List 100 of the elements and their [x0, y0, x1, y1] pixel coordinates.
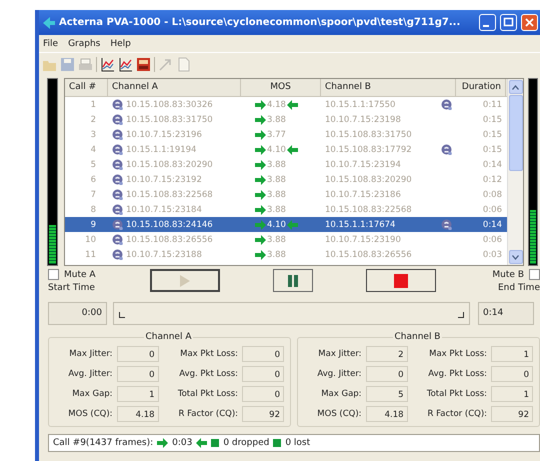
- mos-value: 4.10: [267, 144, 286, 154]
- status-time: 0:03: [172, 438, 192, 448]
- line-chart-icon[interactable]: [100, 56, 115, 72]
- right-arrow-icon: [255, 234, 266, 244]
- stat-label: Avg. Jitter:: [316, 369, 362, 379]
- column-header[interactable]: MOS: [241, 79, 321, 96]
- right-arrow-icon: [157, 438, 168, 448]
- handset-icon: [112, 234, 123, 245]
- handset-icon: [112, 219, 123, 230]
- app-icon: [43, 16, 55, 28]
- handset-icon: [112, 189, 123, 200]
- channel-b-address: 10.15.108.83:26556: [325, 250, 412, 260]
- end-time-label: End Time: [498, 283, 540, 293]
- start-time-field[interactable]: 0:00: [48, 302, 107, 325]
- stat-label: MOS (CQ):: [67, 409, 113, 419]
- pause-button[interactable]: [273, 269, 313, 292]
- column-header[interactable]: Duration: [456, 79, 506, 96]
- right-arrow-icon: [255, 204, 266, 214]
- stat-field: 2: [366, 346, 408, 362]
- call-number: 9: [90, 220, 96, 230]
- call-number: 10: [85, 234, 96, 244]
- right-arrow-icon: [255, 250, 266, 260]
- channel-b-address: 10.10.7.15:23186: [325, 190, 401, 200]
- handset-icon: [112, 114, 123, 125]
- channel-a-address: 10.15.108.83:22568: [126, 190, 213, 200]
- pause-icon: [287, 274, 299, 288]
- call-number: 2: [90, 114, 96, 124]
- duration: 0:15: [482, 130, 502, 140]
- right-arrow-icon: [255, 100, 266, 110]
- handset-icon: [112, 249, 123, 260]
- end-time-field[interactable]: 0:14: [478, 302, 534, 325]
- channel-a-address: 10.10.7.15:23192: [126, 174, 202, 184]
- stat-label: Max Jitter:: [68, 349, 113, 359]
- duration: 0:03: [482, 250, 502, 260]
- checkbox-label: Mute B: [492, 270, 524, 280]
- right-arrow-icon: [255, 174, 266, 184]
- time-slider[interactable]: [113, 302, 470, 325]
- table-row[interactable]: 9 10.15.108.83:24146 4.10 10.15.1.1:17674 0:14: [65, 217, 507, 232]
- maximize-icon: [503, 17, 514, 28]
- group-title: Channel A: [144, 332, 192, 342]
- column-header[interactable]: Channel A: [108, 79, 241, 96]
- channel-a-address: 10.10.7.15:23196: [126, 130, 202, 140]
- stop-button[interactable]: [366, 269, 436, 292]
- stop-icon: [394, 274, 408, 288]
- stat-label: MOS (CQ):: [316, 409, 362, 419]
- stat-field: 1: [116, 386, 159, 402]
- channel-a-address: 10.15.108.83:26556: [126, 234, 213, 244]
- duration: 0:14: [482, 220, 502, 230]
- call-number: 8: [90, 204, 96, 214]
- stat-field: 92: [242, 406, 284, 422]
- menu-item[interactable]: Graphs: [68, 38, 100, 48]
- call-number: 5: [90, 160, 96, 170]
- channel-a-address: 10.15.108.83:30326: [126, 100, 213, 110]
- menu-item[interactable]: Help: [110, 38, 131, 48]
- column-header[interactable]: Channel B: [321, 79, 456, 96]
- call-number: 4: [90, 144, 96, 154]
- duration: 0:14: [482, 160, 502, 170]
- stat-field: 1: [491, 346, 533, 362]
- stat-field: 0: [116, 366, 159, 382]
- handset-icon: [112, 144, 123, 155]
- channel-a-address: 10.10.7.15:23188: [126, 250, 202, 260]
- column-header[interactable]: Call #: [65, 79, 108, 96]
- mos-value: 3.88: [267, 114, 286, 124]
- duration: 0:06: [482, 204, 502, 214]
- caret-down-icon: [512, 254, 519, 260]
- minimize-button[interactable]: [479, 14, 496, 31]
- channel-a-address: 10.15.1.1:19194: [126, 144, 196, 154]
- channel-b-address: 10.10.7.15:23190: [325, 234, 401, 244]
- report-icon[interactable]: [136, 56, 151, 72]
- call-number: 6: [90, 174, 96, 184]
- status-text: Call #9(1437 frames):: [53, 438, 154, 448]
- stat-label: Avg. Pkt Loss:: [178, 369, 238, 379]
- duration: 0:15: [482, 114, 502, 124]
- checkbox[interactable]: [48, 269, 59, 280]
- channel-b-address: 10.15.108.83:17792: [325, 144, 412, 154]
- mos-value: 4.10: [267, 220, 286, 230]
- square-icon: [273, 439, 282, 447]
- handset-icon: [112, 99, 123, 110]
- call-number: 7: [90, 190, 96, 200]
- stat-label: Total Pkt Loss:: [426, 389, 487, 399]
- duration: 0:06: [482, 234, 502, 244]
- mos-value: 3.77: [267, 130, 286, 140]
- mos-value: 3.88: [267, 250, 286, 260]
- scrollbar[interactable]: [507, 79, 523, 265]
- menu-item[interactable]: File: [43, 38, 58, 48]
- duration: 0:08: [482, 190, 502, 200]
- mos-value: 3.88: [267, 174, 286, 184]
- right-arrow-icon: [255, 114, 266, 124]
- maximize-button[interactable]: [500, 14, 517, 31]
- play-icon: [179, 274, 191, 288]
- mos-value: 3.88: [267, 190, 286, 200]
- close-button[interactable]: [521, 14, 538, 31]
- channel-b-address: 10.15.108.83:22568: [325, 204, 412, 214]
- mos-value: 3.88: [267, 160, 286, 170]
- line-chart-icon[interactable]: [118, 56, 133, 72]
- stat-label: Max Pkt Loss:: [428, 349, 487, 359]
- handset-icon: [112, 204, 123, 215]
- checkbox[interactable]: [529, 269, 540, 280]
- mos-value: 4.18: [267, 100, 286, 110]
- stat-label: Avg. Pkt Loss:: [427, 369, 487, 379]
